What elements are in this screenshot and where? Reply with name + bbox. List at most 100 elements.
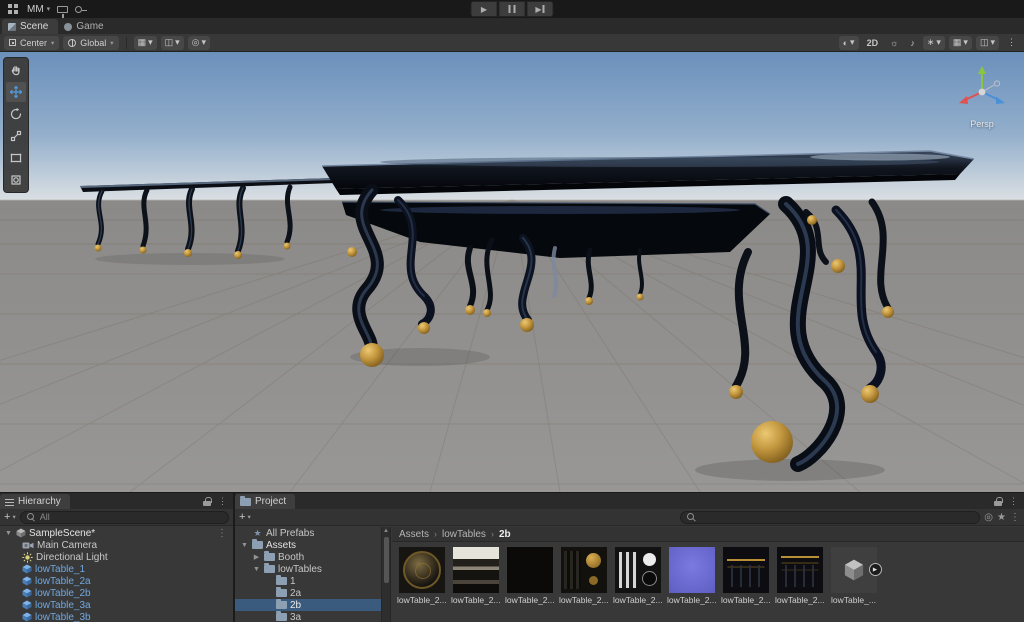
asset-item-normal-map[interactable]: lowTable_2... (667, 547, 716, 605)
account-menu[interactable]: MM ▾ (27, 4, 50, 15)
asset-item-render[interactable]: lowTable_2... (775, 547, 824, 605)
collapse-arrow-icon[interactable]: ▼ (240, 542, 249, 549)
camera-icon (22, 542, 34, 548)
menu-dots-icon[interactable]: ⋮ (217, 528, 233, 539)
folder-assets[interactable]: ▼ Assets (235, 539, 390, 551)
project-search-input[interactable] (700, 512, 974, 522)
hierarchy-item-lowtable-1[interactable]: lowTable_1 (0, 563, 233, 575)
expand-arrow-icon[interactable]: ▶ (252, 553, 261, 561)
folder-3a[interactable]: 3a (235, 611, 390, 622)
hierarchy-item-lowtable-3b[interactable]: lowTable_3b (0, 611, 233, 622)
draw-mode-dropdown[interactable]: ◐ ▾ (838, 35, 859, 50)
asset-item-model[interactable]: ▶ lowTable_... (829, 547, 882, 605)
chevron-down-icon: ▾ (12, 514, 16, 521)
collapse-arrow-icon[interactable]: ▼ (4, 530, 13, 537)
effects-dropdown[interactable]: ∗ ▾ (922, 35, 945, 50)
globe-icon (68, 38, 77, 47)
search-icon (687, 512, 696, 522)
lock-icon[interactable] (203, 497, 212, 506)
scroll-up-icon[interactable]: ▲ (383, 528, 389, 534)
increment-snap-dropdown[interactable]: ◎ ▾ (187, 35, 211, 50)
hierarchy-panel: Hierarchy ⋮ + ▾ ▼ SampleScene* ⋮ Main Ca… (0, 492, 233, 622)
folder-scrollbar[interactable]: ▲ (381, 527, 390, 622)
project-toolbar: + ▾ ◎ ★ ⋮ (235, 509, 1024, 526)
paint-tool-icon[interactable] (57, 5, 69, 18)
hierarchy-item-lowtable-2b[interactable]: lowTable_2b (0, 587, 233, 599)
asset-thumbnail-texture-black (506, 547, 553, 593)
grid-visibility-dropdown[interactable]: ▦ ▾ (133, 35, 157, 50)
folder-1[interactable]: 1 (235, 575, 390, 587)
collapse-arrow-icon[interactable]: ▼ (252, 566, 261, 573)
projection-label[interactable]: Persp (952, 119, 1012, 129)
asset-thumbnail-model: ▶ (830, 547, 882, 593)
services-icon[interactable] (75, 5, 88, 13)
folder-2b[interactable]: 2b (235, 599, 390, 611)
audio-toggle[interactable]: ♪ (906, 36, 919, 50)
scene-menu-button[interactable]: ⋮ (1003, 36, 1020, 50)
project-tab[interactable]: Project (235, 494, 296, 509)
play-button[interactable]: ▶ (470, 1, 498, 17)
asset-item-texture[interactable]: lowTable_2... (613, 547, 662, 605)
menu-dots-icon[interactable]: ⋮ (1009, 496, 1018, 507)
preview-play-button[interactable]: ▶ (868, 563, 882, 576)
menu-dots-icon[interactable]: ⋮ (218, 496, 227, 507)
transport-controls: ▶ ▶ (470, 1, 554, 17)
prefab-cube-icon (22, 600, 32, 610)
asset-item-texture[interactable]: lowTable_2... (451, 547, 500, 605)
scene-viewport[interactable]: Persp (0, 52, 1024, 492)
hierarchy-tab[interactable]: Hierarchy (0, 494, 70, 509)
folder-2a[interactable]: 2a (235, 587, 390, 599)
tab-game[interactable]: Game (58, 19, 113, 34)
asset-grid: lowTable_2... lowTable_2... lowTable_2..… (392, 542, 1024, 622)
hierarchy-search[interactable] (19, 510, 229, 524)
hierarchy-item-directional-light[interactable]: Directional Light (0, 551, 233, 563)
lock-icon[interactable] (994, 497, 1003, 506)
pause-button[interactable] (498, 1, 526, 17)
orientation-dropdown[interactable]: Global ▾ (63, 35, 119, 50)
hierarchy-search-input[interactable] (39, 512, 222, 522)
scrollbar-thumb[interactable] (383, 537, 389, 583)
lighting-toggle[interactable]: ☼ (886, 36, 902, 50)
asset-item-texture[interactable]: lowTable_2... (505, 547, 554, 605)
game-tab-icon (64, 22, 73, 31)
project-add-button[interactable]: + ▾ (239, 511, 251, 523)
snap-settings-dropdown[interactable]: ◫ ▾ (160, 35, 184, 50)
folder-lowtables[interactable]: ▼ lowTables (235, 563, 390, 575)
favorites-icon[interactable]: ★ (997, 512, 1006, 523)
folder-all-prefabs[interactable]: ★ All Prefabs (235, 527, 390, 539)
asset-label: lowTable_... (831, 595, 876, 605)
transform-tool-button[interactable] (6, 170, 26, 190)
breadcrumb-assets[interactable]: Assets (399, 529, 429, 540)
apps-grid-icon[interactable] (8, 4, 12, 8)
breadcrumb-lowtables[interactable]: lowTables (442, 529, 486, 540)
hierarchy-tree: ▼ SampleScene* ⋮ Main Camera Directional… (0, 527, 233, 622)
hierarchy-add-button[interactable]: + ▾ (4, 511, 16, 523)
asset-item-render[interactable]: lowTable_2... (721, 547, 770, 605)
hierarchy-item-label: lowTable_2b (35, 587, 91, 599)
hierarchy-item-main-camera[interactable]: Main Camera (0, 539, 233, 551)
hand-tool-button[interactable] (6, 60, 26, 80)
hierarchy-item-label: lowTable_3b (35, 611, 91, 622)
2d-toggle[interactable]: 2D (863, 36, 883, 50)
rotate-tool-button[interactable] (6, 104, 26, 124)
tab-scene[interactable]: Scene (2, 19, 59, 34)
rect-tool-button[interactable] (6, 148, 26, 168)
gizmos-dropdown[interactable]: ◫ ▾ (975, 35, 999, 50)
overlays-dropdown[interactable]: ▦ ▾ (948, 35, 972, 50)
orientation-gizmo[interactable]: Persp (952, 60, 1012, 134)
step-button[interactable]: ▶ (526, 1, 554, 17)
folder-booth[interactable]: ▶ Booth (235, 551, 390, 563)
scale-tool-button[interactable] (6, 126, 26, 146)
scene-tab-icon (8, 22, 16, 31)
hierarchy-item-lowtable-2a[interactable]: lowTable_2a (0, 575, 233, 587)
folder-icon (240, 495, 251, 506)
asset-item-texture[interactable]: lowTable_2... (559, 547, 608, 605)
hierarchy-scene-row[interactable]: ▼ SampleScene* ⋮ (0, 527, 233, 539)
move-tool-button[interactable] (6, 82, 26, 102)
search-scope-icon[interactable]: ◎ (984, 512, 993, 523)
pivot-dropdown[interactable]: Center ▾ (4, 35, 60, 50)
asset-item-material[interactable]: lowTable_2... (397, 547, 446, 605)
hierarchy-item-lowtable-3a[interactable]: lowTable_3a (0, 599, 233, 611)
project-search[interactable] (680, 510, 981, 524)
menu-dots-icon[interactable]: ⋮ (1010, 512, 1020, 523)
